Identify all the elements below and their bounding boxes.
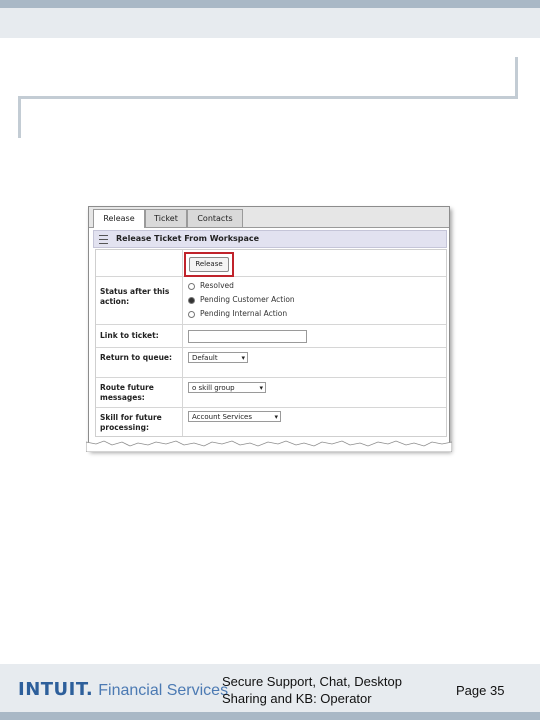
tab-contacts[interactable]: Contacts: [187, 209, 243, 227]
chevron-down-icon[interactable]: ▾: [259, 383, 263, 394]
chevron-down-icon[interactable]: ▾: [274, 412, 278, 423]
release-form: Release Status after this action: Resolv…: [95, 249, 447, 437]
collapse-icon[interactable]: [99, 235, 108, 244]
panel-title: Release Ticket From Workspace: [116, 234, 260, 243]
status-option-pending-customer[interactable]: Pending Customer Action: [188, 295, 295, 305]
status-option-resolved[interactable]: Resolved: [188, 281, 234, 291]
radio-selected-icon[interactable]: [188, 296, 195, 304]
queue-label: Return to queue:: [100, 353, 173, 362]
logo-brand: INTUIT.: [18, 679, 94, 700]
queue-row: Return to queue: Default ▾: [96, 348, 446, 378]
intuit-logo: INTUIT. Financial Services: [18, 680, 228, 701]
column-divider: [182, 408, 183, 436]
tab-ticket[interactable]: Ticket: [145, 209, 187, 227]
route-row: Route future messages: o skill group ▾: [96, 378, 446, 408]
radio-label: Resolved: [200, 281, 234, 290]
queue-select[interactable]: Default ▾: [188, 352, 248, 363]
radio-icon[interactable]: [188, 310, 195, 318]
column-divider: [182, 378, 183, 407]
decorative-frame-line: [515, 57, 518, 99]
radio-label: Pending Internal Action: [200, 309, 288, 318]
status-label: Status after this action:: [100, 287, 170, 306]
chevron-down-icon[interactable]: ▾: [241, 353, 245, 364]
page-number: Page 35: [456, 683, 505, 698]
skill-select[interactable]: Account Services ▾: [188, 411, 281, 422]
route-label: Route future messages:: [100, 383, 154, 402]
link-label: Link to ticket:: [100, 331, 159, 340]
skill-label: Skill for future processing:: [100, 413, 162, 432]
status-option-pending-internal[interactable]: Pending Internal Action: [188, 309, 287, 319]
column-divider: [182, 250, 183, 276]
decorative-frame-line: [18, 96, 21, 138]
footer-accent-bar: [0, 712, 540, 720]
link-row: Link to ticket:: [96, 325, 446, 348]
embedded-screenshot: Release Ticket Contacts Release Ticket F…: [88, 206, 450, 450]
queue-value: Default: [192, 354, 218, 362]
skill-value: Account Services: [192, 413, 253, 421]
skill-row: Skill for future processing: Account Ser…: [96, 408, 446, 436]
release-button[interactable]: Release: [189, 257, 229, 272]
status-row: Status after this action: Resolved Pendi…: [96, 277, 446, 325]
tab-release[interactable]: Release: [93, 209, 145, 228]
release-row: Release: [96, 250, 446, 277]
column-divider: [182, 277, 183, 324]
torn-edge: [86, 440, 452, 452]
decorative-frame-line: [18, 96, 518, 99]
release-highlight: Release: [184, 252, 234, 277]
panel-header: Release Ticket From Workspace: [93, 230, 447, 248]
route-value: o skill group: [192, 384, 235, 392]
logo-subtitle: Financial Services: [98, 682, 229, 699]
top-accent-bar: [0, 0, 540, 8]
footer-title-line1: Secure Support, Chat, Desktop: [222, 674, 402, 689]
link-input[interactable]: [188, 330, 307, 343]
column-divider: [182, 348, 183, 377]
column-divider: [182, 325, 183, 347]
radio-icon[interactable]: [188, 282, 195, 290]
radio-label: Pending Customer Action: [200, 295, 295, 304]
tab-bar: Release Ticket Contacts: [89, 207, 449, 228]
route-select[interactable]: o skill group ▾: [188, 382, 266, 393]
top-band: [0, 8, 540, 38]
footer-title-line2: Sharing and KB: Operator: [222, 691, 372, 706]
footer-title: Secure Support, Chat, Desktop Sharing an…: [222, 673, 422, 707]
